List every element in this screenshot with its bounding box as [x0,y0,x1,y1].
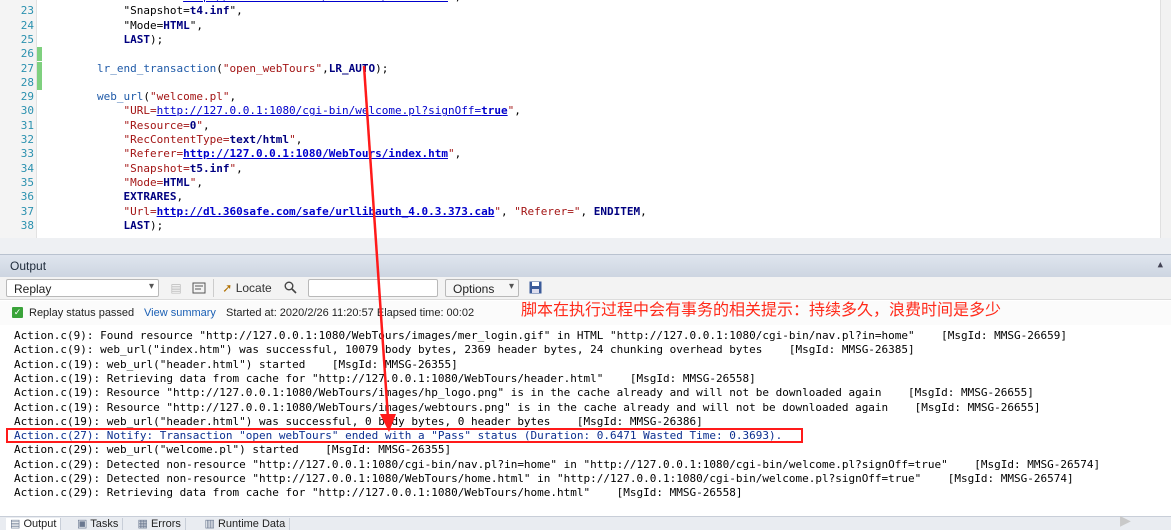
replay-log[interactable]: Action.c(9): Found resource "http://127.… [0,325,1171,515]
search-icon[interactable] [281,279,299,297]
code-line[interactable]: lr_end_transaction("open_webTours",LR_AU… [44,62,388,76]
editor-vertical-scrollbar[interactable] [1160,0,1171,238]
log-line[interactable]: Action.c(29): Detected non-resource "htt… [14,458,1100,472]
log-line[interactable]: Action.c(19): Retrieving data from cache… [14,372,756,386]
runtime-data-icon: ▥ [204,518,218,530]
output-icon: ▤ [10,518,24,530]
code-line[interactable]: "Mode=HTML", [44,176,203,190]
highlight-box [6,428,803,443]
log-line[interactable]: Action.c(9): web_url("index.htm") was su… [14,343,915,357]
tab-runtime-data[interactable]: ▥ Runtime Data [201,518,291,530]
clear-icon[interactable]: ▤ [168,279,184,297]
tab-label: Tasks [90,518,119,530]
toolbar-separator [213,279,214,297]
tab-label: Output [23,518,57,530]
code-line[interactable]: "Url=http://dl.360safe.com/safe/urllibau… [44,205,646,219]
panel-splitter[interactable] [0,238,1171,254]
code-line[interactable]: web_url("welcome.pl", [44,90,236,104]
log-line[interactable]: Action.c(29): Detected non-resource "htt… [14,472,1074,486]
code-line[interactable]: "Referer=http://127.0.0.1:1080/WebTours/… [44,147,461,161]
tab-errors[interactable]: ▦ Errors [134,518,186,530]
log-line[interactable]: Action.c(29): Retrieving data from cache… [14,486,742,500]
play-icon: ▶ [1120,510,1131,531]
code-line[interactable]: "RecContentType=text/html", [44,133,302,147]
panel-pin-icon[interactable]: ▲ [1158,260,1163,270]
code-line[interactable]: "Snapshot=t5.inf", [44,162,242,176]
tasks-icon: ▣ [77,518,91,530]
locate-label: Locate [235,281,272,295]
locate-icon: ➚ [222,281,233,295]
replay-status-text: Replay status passed [29,307,135,319]
tab-tasks[interactable]: ▣ Tasks [73,518,124,530]
search-input[interactable] [308,279,438,297]
code-line[interactable]: LAST); [44,219,163,233]
replay-timing-text: Started at: 2020/2/26 11:20:57 Elapsed t… [226,307,475,319]
code-line[interactable]: LAST); [44,33,163,47]
save-icon[interactable] [526,279,544,297]
tab-output[interactable]: ▤ Output [6,518,62,530]
code-line[interactable]: "Mode=HTML", [44,19,203,33]
log-line[interactable]: Action.c(19): Resource "http://127.0.0.1… [14,401,1041,415]
log-line[interactable]: Action.c(19): web_url("header.html") sta… [14,358,458,372]
output-panel-title: Output [10,259,47,273]
code-line[interactable]: EXTRARES, [44,190,183,204]
code-line[interactable]: "Resource=0", [44,119,209,133]
replay-mode-select[interactable]: Replay ▾ [6,279,159,297]
chevron-down-icon: ▾ [148,281,154,292]
annotation-callout: 脚本在执行过程中会有事务的相关提示：持续多久，浪费时间是多少 [521,300,1002,319]
replay-mode-value: Replay [14,282,52,296]
log-line[interactable]: Action.c(9): Found resource "http://127.… [14,329,1067,343]
locate-button[interactable]: ➚ Locate [218,279,276,297]
chevron-down-icon: ▾ [508,281,514,292]
options-label: Options [453,282,495,296]
options-button[interactable]: Options ▾ [445,279,519,297]
tab-label: Errors [150,518,181,530]
check-icon: ✓ [12,307,23,318]
code-area[interactable]: "Referer=http://127.0.0.1:1080/WebTours/… [0,0,1160,238]
code-line[interactable]: "Snapshot=t4.inf", [44,4,242,18]
log-line[interactable]: Action.c(29): web_url("welcome.pl") star… [14,443,451,457]
code-line[interactable]: "URL=http://127.0.0.1:1080/cgi-bin/welco… [44,104,520,118]
view-summary-link[interactable]: View summary [144,307,216,319]
log-line[interactable]: Action.c(19): Resource "http://127.0.0.1… [14,386,1034,400]
tab-label: Runtime Data [217,518,286,530]
errors-icon: ▦ [137,518,151,530]
script-editor[interactable]: 2223242526272829303132333435363738 "Refe… [0,0,1171,238]
output-bottom-tabs: ▤ Output ▣ Tasks ▦ Errors ▥ Runtime Data [0,516,1171,530]
log-line[interactable]: Action.c(19): web_url("header.html") was… [14,415,703,429]
filter-icon[interactable] [190,279,208,297]
output-panel-header: Output ▲ [0,254,1171,278]
